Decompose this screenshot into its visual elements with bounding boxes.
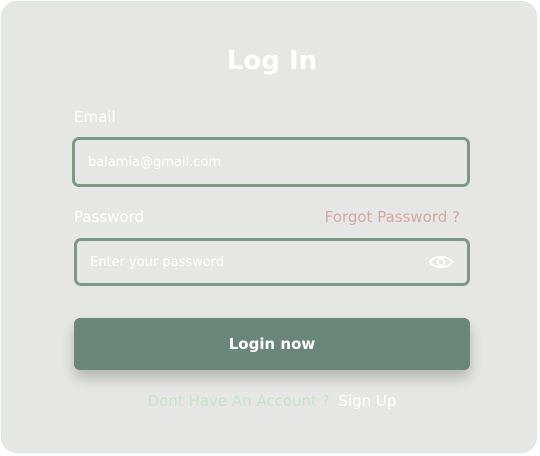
password-label: Password — [74, 208, 145, 226]
login-button[interactable]: Login now — [74, 318, 470, 370]
password-field-box[interactable] — [74, 238, 470, 286]
signup-prompt: Dont Have An Account ? — [147, 392, 330, 410]
email-field-box[interactable] — [72, 137, 470, 187]
forgot-password-link[interactable]: Forgot Password ? — [325, 208, 460, 226]
email-label: Email — [74, 108, 116, 126]
email-field[interactable] — [88, 140, 408, 184]
signup-row: Dont Have An Account ? Sign Up — [2, 392, 540, 410]
page-title: Log In — [226, 46, 318, 76]
eye-icon[interactable] — [429, 253, 453, 271]
login-card: Log In Email Password Forgot Password ? … — [1, 1, 537, 453]
password-field[interactable] — [90, 241, 410, 283]
signup-link[interactable]: Sign Up — [338, 392, 396, 410]
